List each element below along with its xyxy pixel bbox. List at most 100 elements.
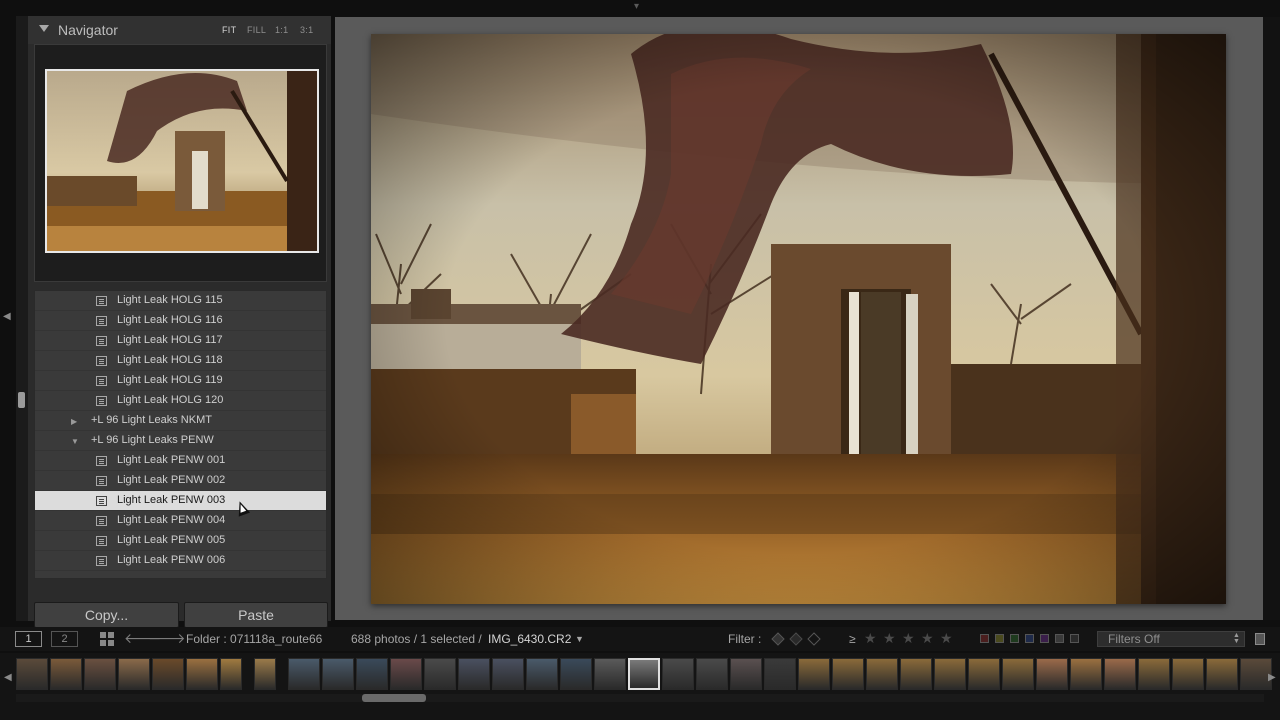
filters-dropdown-arrows-icon[interactable]: ▲ ▼ [1233, 632, 1240, 645]
star-4-icon[interactable]: ★ [921, 630, 934, 647]
preset-folder[interactable]: ▶ +L 96 Light Leaks NKMT [35, 411, 326, 431]
preset-item[interactable]: Light Leak PENW 001 [35, 451, 326, 471]
preset-folder[interactable]: ▼ +L 96 Light Leaks PENW [35, 431, 326, 451]
filmstrip-thumbnail[interactable] [1002, 658, 1034, 690]
filmstrip-thumbnail[interactable] [1070, 658, 1102, 690]
filmstrip-thumbnail[interactable] [254, 658, 276, 690]
filmstrip-thumbnail[interactable] [220, 658, 242, 690]
presets-list[interactable]: Light Leak HOLG 115 Light Leak HOLG 116 Li… [34, 290, 327, 579]
zoom-fit[interactable]: FIT [222, 25, 236, 35]
color-label-custom[interactable] [1055, 634, 1064, 643]
preset-item[interactable]: Light Leak HOLG 120 [35, 391, 326, 411]
color-label-purple[interactable] [1040, 634, 1049, 643]
filmstrip-thumbnail[interactable] [866, 658, 898, 690]
left-panel-scrollbar[interactable] [16, 16, 28, 621]
color-label-green[interactable] [1010, 634, 1019, 643]
rating-operator[interactable]: ≥ [849, 632, 856, 646]
star-2-icon[interactable]: ★ [883, 630, 896, 647]
navigator-header[interactable]: Navigator FIT FILL 1:1 3:1 [28, 16, 331, 44]
star-1-icon[interactable]: ★ [864, 630, 877, 647]
filmstrip-thumbnail[interactable] [832, 658, 864, 690]
filmstrip-thumbnail[interactable] [1138, 658, 1170, 690]
filmstrip-thumbnail[interactable] [356, 658, 388, 690]
zoom-fill[interactable]: FILL [247, 25, 266, 35]
filename-selector[interactable]: IMG_6430.CR2 [488, 632, 571, 646]
filmstrip-thumbnail[interactable] [1036, 658, 1068, 690]
star-3-icon[interactable]: ★ [902, 630, 915, 647]
filmstrip-thumbnail[interactable] [526, 658, 558, 690]
main-photo-image [371, 34, 1226, 604]
filmstrip-left-arrow-icon[interactable]: ◀ [4, 673, 12, 683]
filmstrip-thumbnail[interactable] [696, 658, 728, 690]
top-panel-toggle-icon[interactable]: ▾ [634, 2, 639, 12]
color-label-yellow[interactable] [995, 634, 1004, 643]
left-panel-toggle-icon[interactable]: ◀ [3, 312, 11, 322]
navigator-preview-area[interactable] [34, 44, 327, 282]
filmstrip-thumbnail[interactable] [764, 658, 796, 690]
filmstrip-thumbnail[interactable] [186, 658, 218, 690]
filmstrip-thumbnail[interactable] [1206, 658, 1238, 690]
preset-item[interactable]: Light Leak HOLG 117 [35, 331, 326, 351]
filmstrip-thumbnail[interactable] [934, 658, 966, 690]
collapsed-triangle-icon[interactable]: ▶ [71, 417, 77, 426]
preset-item[interactable]: Light Leak PENW 003 [35, 491, 326, 511]
filename-dropdown-icon[interactable]: ▼ [575, 634, 584, 644]
filmstrip-thumbnail[interactable] [152, 658, 184, 690]
star-5-icon[interactable]: ★ [940, 630, 953, 647]
preset-item[interactable]: Light Leak HOLG 118 [35, 351, 326, 371]
filmstrip-thumbnail[interactable] [84, 658, 116, 690]
filmstrip-scroll-thumb[interactable] [362, 694, 426, 702]
filmstrip-thumbnail[interactable] [900, 658, 932, 690]
secondary-view-button[interactable]: 2 [51, 631, 78, 647]
preset-item[interactable]: Light Leak PENW 006 [35, 551, 326, 571]
color-label-red[interactable] [980, 634, 989, 643]
filmstrip-scrollbar[interactable] [16, 694, 1264, 702]
color-label-none[interactable] [1070, 634, 1079, 643]
preset-item[interactable]: Light Leak HOLG 116 [35, 311, 326, 331]
filmstrip-thumbnail[interactable] [662, 658, 694, 690]
preset-item[interactable]: Light Leak PENW 002 [35, 471, 326, 491]
filmstrip-thumbnail[interactable] [1104, 658, 1136, 690]
primary-view-button[interactable]: 1 [15, 631, 42, 647]
filmstrip-toolbar: 1 2 🡐 🡒 Folder : 071118a_route66 688 pho… [0, 627, 1280, 651]
flag-filter-icons[interactable] [770, 631, 830, 647]
filmstrip-thumbnail[interactable] [322, 658, 354, 690]
preset-item[interactable]: Light Leak HOLG 119 [35, 371, 326, 391]
main-photo[interactable] [371, 34, 1226, 604]
filmstrip-thumbnail[interactable] [424, 658, 456, 690]
filmstrip-thumbnail[interactable] [594, 658, 626, 690]
preset-item[interactable]: Light Leak HOLG 115 [35, 291, 326, 311]
navigator-thumbnail[interactable] [45, 69, 319, 253]
left-panel-scroll-thumb[interactable] [18, 392, 25, 408]
zoom-1-1[interactable]: 1:1 [275, 25, 288, 35]
grid-view-icon[interactable] [100, 632, 114, 646]
filmstrip-thumbnail[interactable] [798, 658, 830, 690]
filmstrip-thumbnail[interactable] [730, 658, 762, 690]
zoom-3-1[interactable]: 3:1 [300, 25, 313, 35]
filmstrip-thumbnail[interactable] [288, 658, 320, 690]
copy-button[interactable]: Copy... [34, 602, 179, 628]
navigator-thumbnail-image [47, 71, 317, 251]
filmstrip-thumbnail-selected[interactable] [628, 658, 660, 690]
preset-item[interactable]: Light Leak PENW 005 [35, 531, 326, 551]
filmstrip-thumbnail[interactable] [118, 658, 150, 690]
filmstrip-thumbnail[interactable] [1172, 658, 1204, 690]
filmstrip-right-arrow-icon[interactable]: ▶ [1268, 673, 1276, 683]
collapse-triangle-icon[interactable] [39, 25, 49, 32]
filmstrip-thumbnail[interactable] [458, 658, 490, 690]
main-image-area[interactable] [335, 17, 1263, 620]
color-label-blue[interactable] [1025, 634, 1034, 643]
paste-button[interactable]: Paste [184, 602, 328, 628]
filmstrip-thumbnail[interactable] [16, 658, 48, 690]
filmstrip[interactable]: ◀ ▶ [0, 653, 1280, 720]
expanded-triangle-icon[interactable]: ▼ [71, 437, 79, 446]
filmstrip-thumbnail[interactable] [492, 658, 524, 690]
filmstrip-thumbnail[interactable] [50, 658, 82, 690]
filmstrip-thumbnail[interactable] [968, 658, 1000, 690]
preset-item[interactable]: Light Leak PENW 004 [35, 511, 326, 531]
filters-dropdown[interactable]: Filters Off [1097, 631, 1245, 647]
filmstrip-thumbnail[interactable] [560, 658, 592, 690]
filmstrip-thumbnail[interactable] [390, 658, 422, 690]
filter-lock-icon[interactable] [1255, 633, 1265, 645]
next-arrow-icon[interactable]: 🡒 [148, 630, 186, 647]
